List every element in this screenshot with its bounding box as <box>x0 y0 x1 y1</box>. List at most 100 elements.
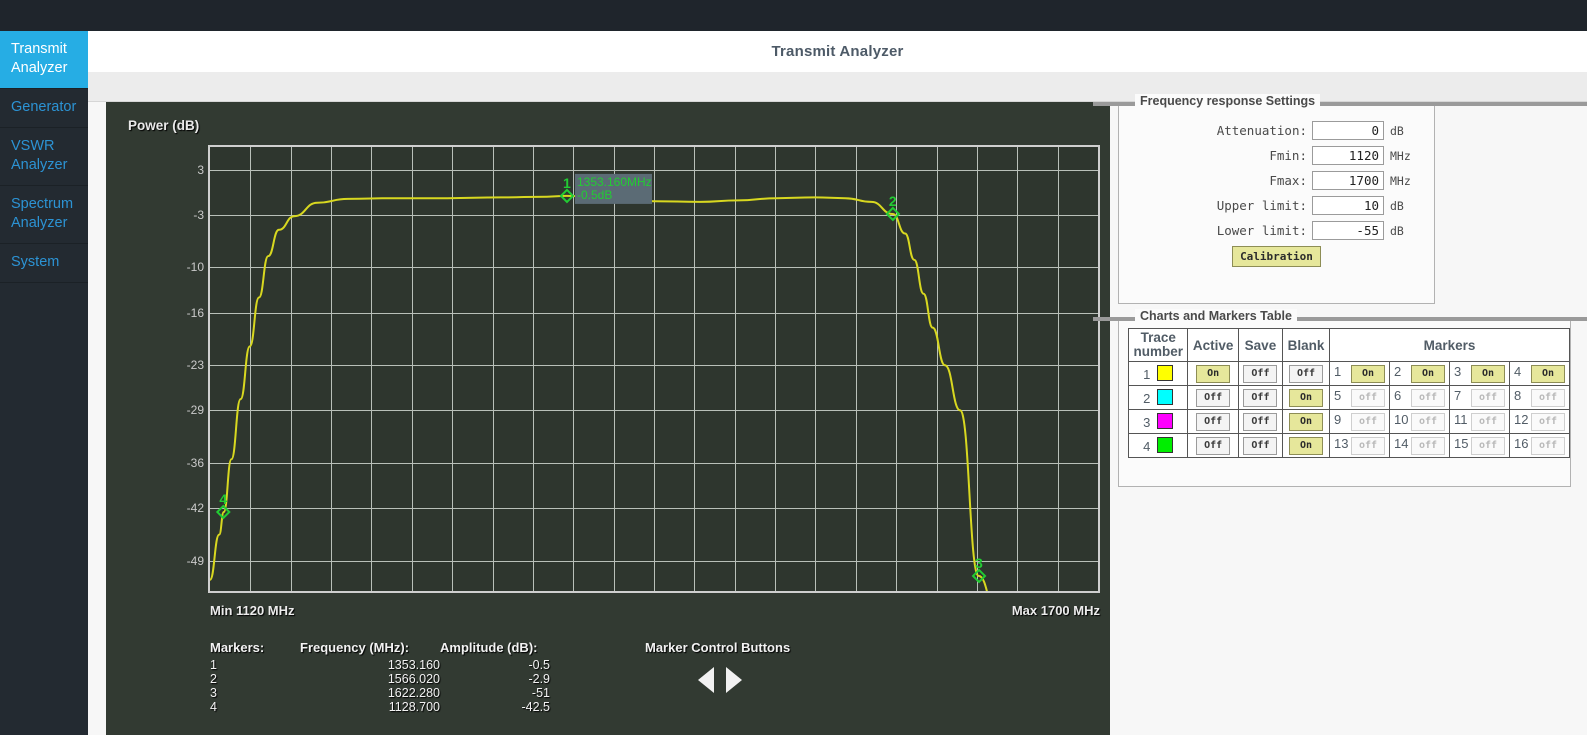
marker-legend-row: 3 1622.280 -51 <box>210 686 550 700</box>
plot-marker-label: 4 <box>219 491 227 507</box>
marker-index: 2 <box>1394 364 1402 379</box>
setting-row: Fmin: MHz <box>1129 146 1420 165</box>
header-save: Save <box>1237 328 1284 362</box>
next-marker-button[interactable] <box>726 667 742 693</box>
active-toggle[interactable]: Off <box>1196 389 1231 407</box>
trace-number-cell: 4 <box>1127 433 1189 458</box>
marker-toggle-6[interactable]: off <box>1411 389 1445 407</box>
marker-toggle-8[interactable]: off <box>1531 389 1565 407</box>
marker-index: 10 <box>1394 412 1409 427</box>
trace-color-swatch <box>1157 437 1174 453</box>
marker-toggle-15[interactable]: off <box>1471 437 1505 455</box>
sidebar-item-transmit-analyzer[interactable]: Transmit Analyzer <box>0 31 97 89</box>
blank-toggle[interactable]: On <box>1289 389 1324 407</box>
marker-toggle-cell: 2 On <box>1389 361 1450 386</box>
plot-marker-3[interactable]: 3 <box>971 555 987 584</box>
marker-index: 12 <box>1514 412 1529 427</box>
sidebar-item-generator[interactable]: Generator <box>0 89 88 128</box>
marker-toggle-11[interactable]: off <box>1471 413 1505 431</box>
blank-toggle[interactable]: Off <box>1289 365 1324 383</box>
sidebar-item-label: Transmit Analyzer <box>11 41 68 76</box>
save-toggle[interactable]: Off <box>1243 437 1278 455</box>
sidebar-item-vswr-analyzer[interactable]: VSWR Analyzer <box>0 128 88 186</box>
frequency-response-plot[interactable]: 1 2 3 4 1353.160MHz -0.5dB 3 -3 -10 -16 -23 -29 -36… <box>187 145 1100 593</box>
active-toggle[interactable]: On <box>1196 365 1231 383</box>
save-toggle[interactable]: Off <box>1243 413 1278 431</box>
marker-legend-row: 2 1566.020 -2.9 <box>210 672 550 686</box>
marker-toggle-4[interactable]: On <box>1531 365 1565 383</box>
sidebar-item-spectrum-analyzer[interactable]: Spectrum Analyzer <box>0 186 88 244</box>
marker-toggle-12[interactable]: off <box>1531 413 1565 431</box>
setting-unit: MHz <box>1390 173 1411 188</box>
marker-tooltip-amplitude: -0.5dB <box>577 188 612 202</box>
marker-toggle-2[interactable]: On <box>1411 365 1445 383</box>
y-axis-tick-label: -36 <box>186 456 204 471</box>
blank-toggle-cell: On <box>1282 433 1330 458</box>
marker-toggle-cell: 11 off <box>1449 409 1510 434</box>
blank-toggle[interactable]: On <box>1289 413 1324 431</box>
sidebar-item-label: System <box>11 254 60 270</box>
setting-input-fmin[interactable] <box>1312 146 1384 165</box>
marker-toggle-7[interactable]: off <box>1471 389 1505 407</box>
setting-input-lower-limit[interactable] <box>1312 221 1384 240</box>
marker-toggle-cell: 12 off <box>1509 409 1570 434</box>
y-axis-tick-label: -23 <box>186 358 204 373</box>
plot-marker-label: 2 <box>889 193 897 209</box>
marker-toggle-cell: 6 off <box>1389 385 1450 410</box>
marker-toggle-1[interactable]: On <box>1351 365 1385 383</box>
marker-legend: Markers: Frequency (MHz): Amplitude (dB)… <box>210 640 550 714</box>
max-frequency-label: Max 1700 MHz <box>1011 603 1100 618</box>
app-root: Transmit Analyzer Generator VSWR Analyzer S… <box>0 0 1587 735</box>
active-toggle[interactable]: Off <box>1196 437 1231 455</box>
marker-toggle-14[interactable]: off <box>1411 437 1445 455</box>
active-toggle-cell: Off <box>1187 385 1239 410</box>
marker-tooltip-frequency: 1353.160MHz <box>577 175 652 189</box>
header-active: Active <box>1187 328 1239 362</box>
calibration-button[interactable]: Calibration <box>1232 246 1321 267</box>
marker-index: 7 <box>1454 388 1462 403</box>
header-amplitude: Amplitude (dB): <box>440 640 538 655</box>
marker-toggle-10[interactable]: off <box>1411 413 1445 431</box>
y-axis-tick-label: -42 <box>186 501 204 516</box>
y-axis-tick-label: -16 <box>186 305 204 320</box>
setting-input-attenuation[interactable] <box>1312 121 1384 140</box>
charts-markers-table: Trace number Active Save Blank Markers 1… <box>1127 328 1570 458</box>
page-title: Transmit Analyzer <box>771 43 904 60</box>
save-toggle[interactable]: Off <box>1243 365 1278 383</box>
marker-toggle-5[interactable]: off <box>1351 389 1385 407</box>
save-toggle-cell: Off <box>1237 409 1284 434</box>
setting-row: Lower limit: dB <box>1129 221 1420 240</box>
setting-row: Upper limit: dB <box>1129 196 1420 215</box>
top-bar <box>0 0 1587 31</box>
marker-number: 3 <box>210 686 217 700</box>
header-trace-number: Trace number <box>1127 328 1189 362</box>
previous-marker-button[interactable] <box>698 667 714 693</box>
marker-toggle-16[interactable]: off <box>1531 437 1565 455</box>
setting-unit: dB <box>1390 198 1404 213</box>
marker-control-title: Marker Control Buttons <box>645 640 791 655</box>
plot-marker-1[interactable]: 1 <box>559 175 575 204</box>
blank-toggle[interactable]: On <box>1289 437 1324 455</box>
trace-number: 3 <box>1143 415 1151 430</box>
setting-unit: dB <box>1390 123 1404 138</box>
plot-marker-label: 3 <box>975 555 983 571</box>
active-toggle-cell: Off <box>1187 433 1239 458</box>
marker-toggle-3[interactable]: On <box>1471 365 1505 383</box>
marker-toggle-13[interactable]: off <box>1351 437 1385 455</box>
marker-toggle-9[interactable]: off <box>1351 413 1385 431</box>
y-axis-tick-label: -49 <box>186 553 204 568</box>
marker-toggle-cell: 5 off <box>1329 385 1390 410</box>
save-toggle[interactable]: Off <box>1243 389 1278 407</box>
setting-row: Attenuation: dB <box>1129 121 1420 140</box>
marker-index: 1 <box>1334 364 1342 379</box>
marker-frequency: 1566.020 <box>387 672 440 686</box>
charts-and-markers-panel: Charts and Markers Table Trace number Ac… <box>1093 309 1587 487</box>
table-row: 2 Off Off On 5 off 6 off 7 off 8 off <box>1127 385 1570 410</box>
sidebar-item-system[interactable]: System <box>0 244 88 283</box>
setting-input-upper-limit[interactable] <box>1312 196 1384 215</box>
marker-index: 14 <box>1394 436 1409 451</box>
active-toggle[interactable]: Off <box>1196 413 1231 431</box>
trace-number-cell: 3 <box>1127 409 1189 434</box>
marker-legend-row: 1 1353.160 -0.5 <box>210 658 550 672</box>
setting-input-fmax[interactable] <box>1312 171 1384 190</box>
